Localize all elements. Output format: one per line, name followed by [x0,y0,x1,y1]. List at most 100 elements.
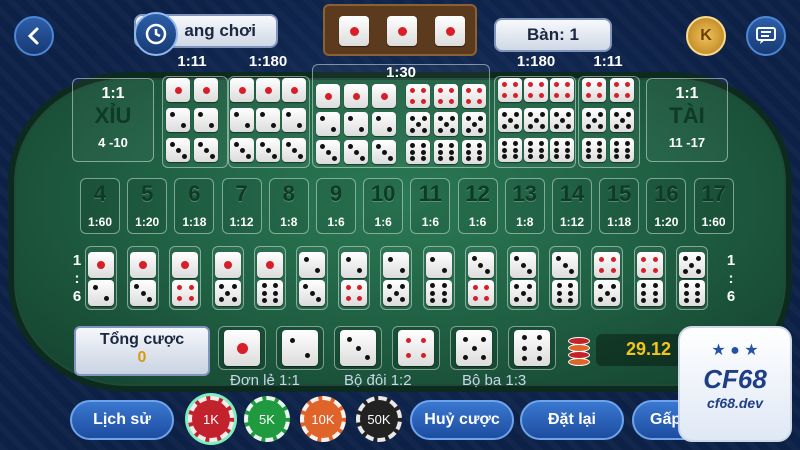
bet-sum-4[interactable]: 4 1:60 [80,178,120,234]
brand-name: CF68 [703,364,767,394]
die-face-3 [230,138,254,162]
die-face-6 [514,330,550,366]
cancel-bet-button[interactable]: Huỷ cược [410,400,514,440]
die-face-3 [340,330,376,366]
ratio-triple-right: 1:180 [516,53,556,70]
sum-number: 12 [465,181,490,206]
sum-number: 8 [282,181,295,206]
die-face-4 [610,78,634,102]
die-face-3 [194,138,218,162]
die-face-3 [467,252,494,278]
die-face-4 [636,252,663,278]
chat-icon [756,27,776,44]
ratio-single-right: 1:11 [593,53,623,70]
die-face-6 [636,280,663,306]
die-face-5 [214,280,241,306]
table-number: Bàn: 1 [494,18,612,52]
die-face-2 [372,112,396,136]
bet-sum-17[interactable]: 17 1:60 [693,178,734,234]
history-toggle-label: ang chơi [184,21,256,40]
sum-number: 15 [606,181,632,206]
sum-payout: 1:6 [421,215,440,229]
bet-sum-16[interactable]: 16 1:20 [646,178,687,234]
chip-1k[interactable]: 1K [188,396,234,442]
die-face-2 [230,108,254,132]
sum-payout: 1:6 [327,215,345,229]
die-face-4 [462,84,486,108]
coin-label: K [700,27,712,44]
back-arrow-icon [27,27,39,45]
bet-sum-7[interactable]: 7 1:12 [221,178,262,234]
sum-payout: 1:20 [654,215,679,229]
sum-number: 11 [418,181,443,206]
dice-tray [323,4,477,56]
bet-sum-10[interactable]: 10 1:6 [363,178,404,234]
sum-number: 17 [701,181,726,206]
bet-sum-15[interactable]: 15 1:18 [599,178,640,234]
table-number-label: Bàn: 1 [527,25,579,44]
die-face-3 [166,138,190,162]
die-face-2 [166,108,190,132]
die-face-1 [224,330,260,366]
die-face-3 [552,252,579,278]
sum-number: 16 [654,181,679,206]
die-face-2 [425,252,452,278]
bet-sum-13[interactable]: 13 1:8 [504,178,545,234]
back-button[interactable] [14,16,54,56]
sum-number: 7 [235,181,248,206]
die-face-5 [594,280,621,306]
die-face-4 [341,280,368,306]
bet-sum-9[interactable]: 9 1:6 [316,178,356,234]
ratio-triple-left: 1:180 [248,53,288,70]
reset-button[interactable]: Đặt lại [520,400,624,440]
die-face-3 [372,140,396,164]
chat-button[interactable] [746,16,786,56]
chip-50k[interactable]: 50K [356,396,402,442]
label-pair: Bộ đôi 1:2 [344,372,412,389]
die-face-6 [425,280,452,306]
bet-sum-8[interactable]: 8 1:8 [268,178,309,234]
die-face-5 [610,108,634,132]
die-face-6 [582,138,606,162]
sum-payout: 1:20 [135,215,160,229]
die-face-5 [383,280,410,306]
die-face-2 [194,108,218,132]
total-bet-label: Tổng cược [99,331,185,348]
die-face-3 [256,138,280,162]
die-face-1 [256,252,283,278]
die-face-5 [524,108,548,132]
sum-number: 10 [370,181,396,206]
bet-small[interactable]: 1:1 XỈU 4 -10 [72,78,154,162]
die-face-3 [130,280,157,306]
sum-number: 13 [512,181,538,206]
bet-sum-5[interactable]: 5 1:20 [127,178,168,234]
die-face-1 [172,252,199,278]
combo-ratio-right: 1:6 [726,252,736,305]
bet-big[interactable]: 1:1 TÀI 11 -17 [646,78,728,162]
die-face-5 [462,112,486,136]
history-button[interactable]: Lịch sử [70,400,174,440]
die-face-3 [282,138,306,162]
die-face-6 [524,138,548,162]
label-triple: Bộ ba 1:3 [462,372,527,389]
bet-sum-6[interactable]: 6 1:18 [174,178,215,234]
die-face-4 [550,78,574,102]
die-face-2 [341,252,368,278]
chip-5k[interactable]: 5K [244,396,290,442]
die-face-2 [256,108,280,132]
history-icon[interactable] [134,12,178,56]
die-face-5 [434,112,458,136]
sum-payout: 1:8 [516,215,534,229]
bet-sum-11[interactable]: 11 1:6 [410,178,451,234]
big-range: 11 -17 [668,135,706,150]
die-face-6 [406,140,430,164]
chip-10k[interactable]: 10K [300,396,346,442]
die-face-6 [462,140,486,164]
coin-icon[interactable]: K [686,16,726,56]
bet-sum-14[interactable]: 14 1:12 [552,178,592,234]
big-ratio: 1:1 [675,85,699,102]
die-face-1 [194,78,218,102]
big-label: TÀI [669,103,705,128]
bet-sum-12[interactable]: 12 1:6 [457,178,498,234]
total-bet-panel: Tổng cược 0 [74,326,210,376]
